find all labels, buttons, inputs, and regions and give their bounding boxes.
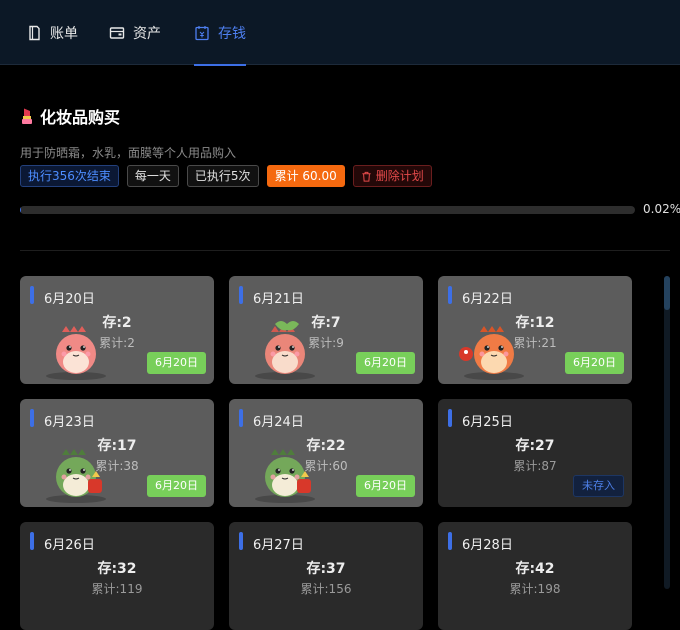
tab-assets[interactable]: 资产	[109, 0, 161, 65]
record-amount: 存:42	[438, 558, 632, 578]
savings-record-card[interactable]: 6月20日存:2累计:26月20日	[20, 276, 214, 384]
frequency-tag: 每一天	[127, 165, 179, 187]
record-cumulative: 累计:60	[229, 457, 423, 474]
scrollbar-thumb[interactable]	[664, 276, 670, 310]
card-accent-bar	[448, 532, 452, 550]
saved-date-badge[interactable]: 6月20日	[147, 352, 206, 374]
card-accent-bar	[30, 532, 34, 550]
savings-record-card[interactable]: 6月21日存:7 累计:96月20日	[229, 276, 423, 384]
status-tag: 执行356次结束	[20, 165, 119, 187]
tab-savings[interactable]: 存钱	[194, 0, 246, 65]
record-amount: 存:32	[20, 558, 214, 578]
savings-record-card[interactable]: 6月26日存:32累计:119	[20, 522, 214, 630]
card-accent-bar	[239, 286, 243, 304]
record-date: 6月24日	[253, 411, 304, 430]
executed-count-tag: 已执行5次	[187, 165, 259, 187]
saved-date-badge[interactable]: 6月20日	[356, 475, 415, 497]
record-amount: 存:7	[229, 312, 423, 332]
lipstick-icon	[20, 107, 34, 125]
trash-icon	[361, 171, 372, 182]
record-amount: 存:22	[229, 435, 423, 455]
saved-date-badge[interactable]: 6月20日	[356, 352, 415, 374]
record-amount: 存:37	[229, 558, 423, 578]
plan-title: 化妆品购买	[20, 104, 120, 128]
record-date: 6月22日	[462, 288, 513, 307]
savings-record-card[interactable]: 6月23日存:17 累计:386月20日	[20, 399, 214, 507]
tab-savings-label: 存钱	[218, 23, 246, 43]
record-date: 6月23日	[44, 411, 95, 430]
plan-progress-bar	[20, 206, 635, 214]
bill-icon	[26, 25, 42, 41]
records-scrollbar[interactable]	[664, 276, 670, 589]
savings-calendar-icon	[194, 25, 210, 41]
card-accent-bar	[239, 409, 243, 427]
savings-record-card[interactable]: 6月25日存:27 累计:87未存入	[438, 399, 632, 507]
plan-tags: 执行356次结束 每一天 已执行5次 累计 60.00 删除计划	[20, 165, 432, 187]
plan-description: 用于防晒霜，水乳，面膜等个人用品购入	[20, 144, 236, 161]
record-date: 6月20日	[44, 288, 95, 307]
card-accent-bar	[30, 409, 34, 427]
tab-bill[interactable]: 账单	[26, 0, 78, 65]
total-amount-tag: 累计 60.00	[267, 165, 345, 187]
tab-bill-label: 账单	[50, 23, 78, 43]
record-amount: 存:2	[20, 312, 214, 332]
record-amount: 存:17	[20, 435, 214, 455]
card-accent-bar	[448, 286, 452, 304]
wallet-icon	[109, 25, 125, 41]
record-date: 6月28日	[462, 534, 513, 553]
savings-record-card[interactable]: 6月27日存:37累计:156	[229, 522, 423, 630]
plan-progress-label: 0.02%	[643, 202, 680, 216]
saved-date-badge[interactable]: 6月20日	[565, 352, 624, 374]
card-accent-bar	[448, 409, 452, 427]
record-date: 6月25日	[462, 411, 513, 430]
tab-assets-label: 资产	[133, 23, 161, 43]
record-amount: 存:27	[438, 435, 632, 455]
active-tab-indicator	[194, 64, 246, 66]
record-date: 6月26日	[44, 534, 95, 553]
savings-records-grid: 6月20日存:2累计:26月20日6月21日存:7累计:96月20日6月22日存…	[20, 276, 660, 589]
record-date: 6月21日	[253, 288, 304, 307]
record-cumulative: 累计:9	[229, 334, 423, 351]
top-nav: 账单 资产 存钱	[0, 0, 680, 65]
delete-plan-button[interactable]: 删除计划	[353, 165, 432, 187]
delete-plan-label: 删除计划	[376, 166, 424, 186]
section-divider	[20, 250, 670, 251]
record-date: 6月27日	[253, 534, 304, 553]
card-accent-bar	[30, 286, 34, 304]
record-cumulative: 累计:21	[438, 334, 632, 351]
saved-date-badge[interactable]: 6月20日	[147, 475, 206, 497]
record-amount: 存:12	[438, 312, 632, 332]
record-cumulative: 累计:87	[438, 457, 632, 474]
not-saved-badge[interactable]: 未存入	[573, 475, 624, 497]
savings-record-card[interactable]: 6月22日存:12 累计:216月20日	[438, 276, 632, 384]
record-cumulative: 累计:2	[20, 334, 214, 351]
savings-record-card[interactable]: 6月28日存:42累计:198	[438, 522, 632, 630]
card-accent-bar	[239, 532, 243, 550]
record-cumulative: 累计:38	[20, 457, 214, 474]
plan-title-text: 化妆品购买	[40, 104, 120, 128]
savings-record-card[interactable]: 6月24日存:22 累计:606月20日	[229, 399, 423, 507]
